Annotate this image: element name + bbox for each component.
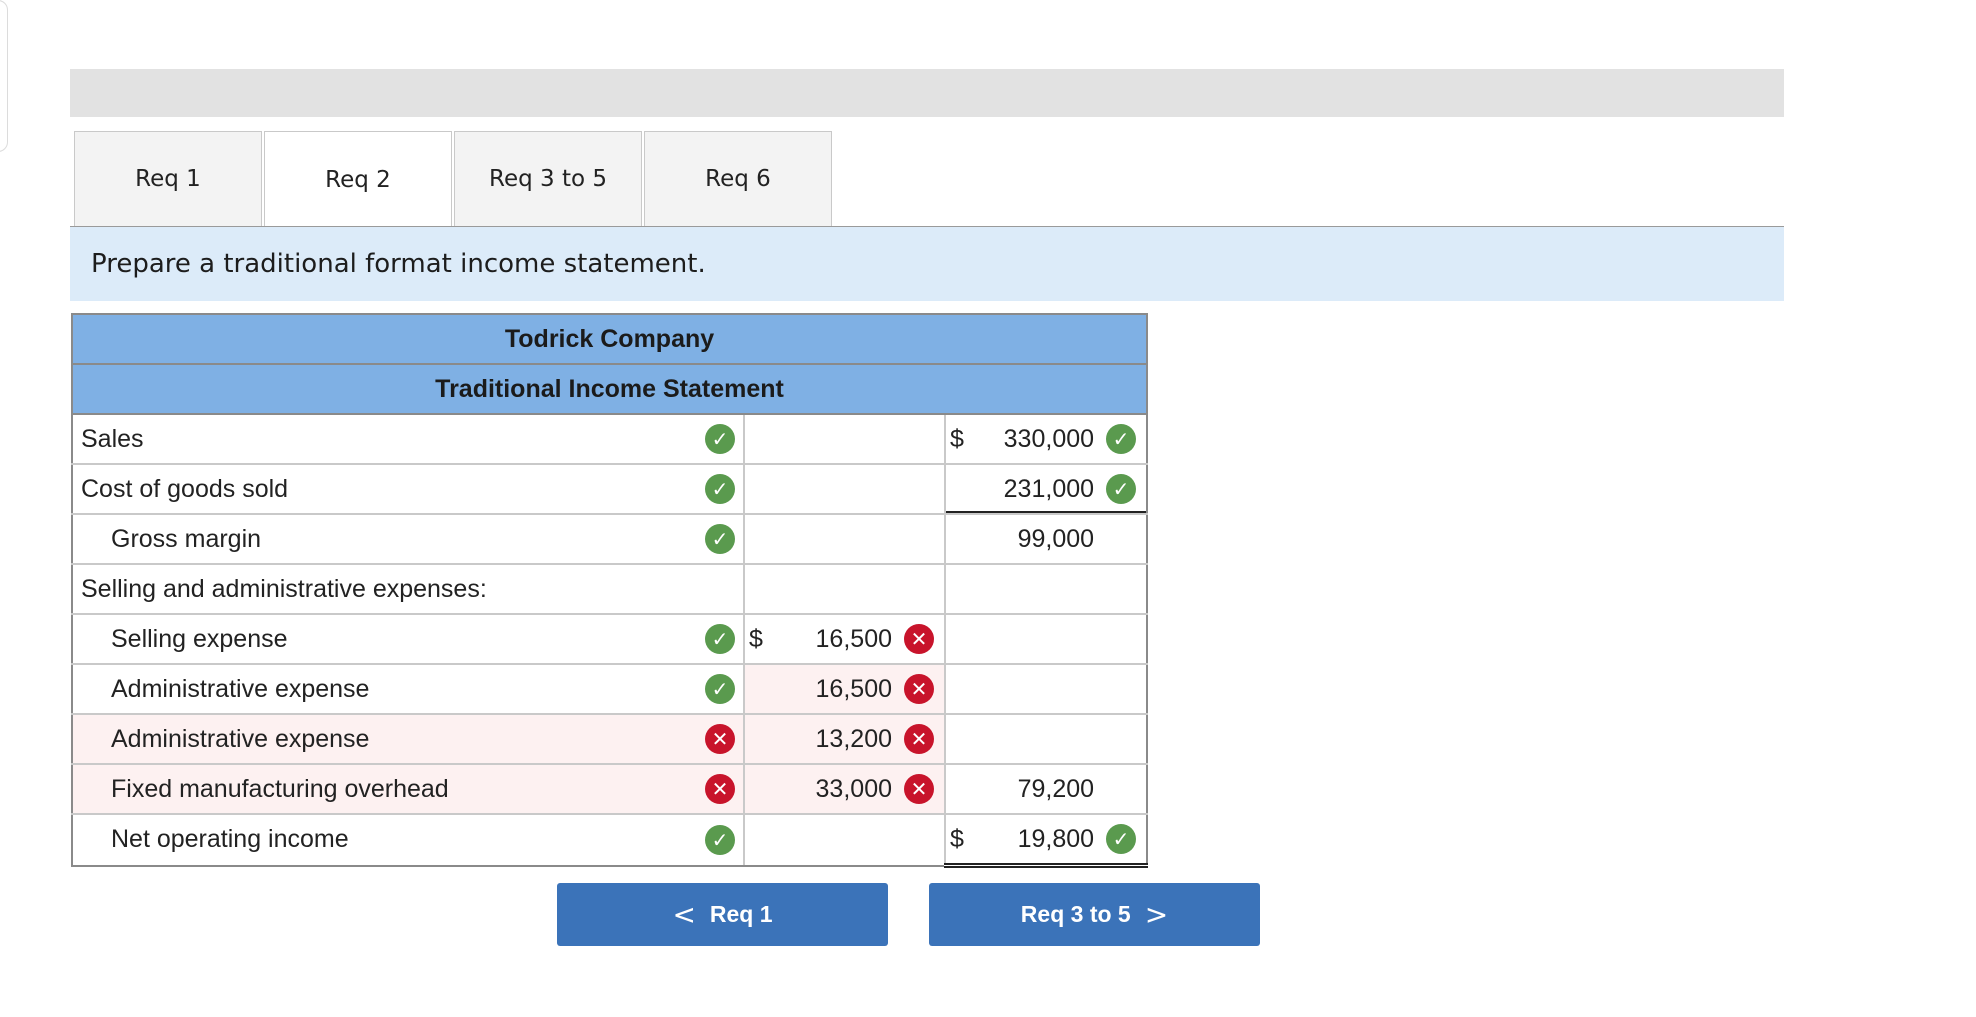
row-label: Fixed manufacturing overhead (111, 774, 449, 803)
amount-value: 16,500 (815, 624, 892, 653)
table-row: Net operating income ✓ $19,800 ✓ (71, 814, 1149, 868)
row-label: Selling expense (111, 624, 288, 653)
row-label: Administrative expense (111, 724, 370, 753)
table-row: Sales ✓ $330,000 ✓ (71, 414, 1149, 465)
income-statement-table: Todrick Company Traditional Income State… (70, 313, 1149, 868)
tab-req-6[interactable]: Req 6 (644, 131, 832, 227)
row-label-cell[interactable]: Net operating income ✓ (71, 814, 744, 867)
table-row: Administrative expense ✓ 16,500 ✕ (71, 664, 1149, 715)
col1-amount-cell[interactable]: $16,500 ✕ (743, 614, 945, 665)
col1-amount-cell[interactable] (743, 464, 945, 515)
row-label-cell[interactable]: Cost of goods sold ✓ (71, 464, 744, 515)
page: Req 1 Req 2 Req 3 to 5 Req 6 Prepare a t… (0, 0, 1976, 1017)
table-row: Selling expense ✓ $16,500 ✕ (71, 614, 1149, 665)
row-label-cell[interactable]: Administrative expense ✕ (71, 714, 744, 765)
col2-amount-cell[interactable] (943, 614, 1149, 665)
row-label: Sales (81, 424, 144, 453)
label-status-check-icon: ✓ (705, 474, 735, 504)
label-status-cross-icon: ✕ (705, 724, 735, 754)
top-bar (70, 69, 1784, 117)
col1-amount-cell[interactable]: 13,200 ✕ (743, 714, 945, 765)
row-label: Gross margin (111, 524, 262, 553)
col2-amount-cell[interactable] (943, 714, 1149, 765)
table-row: Administrative expense ✕ 13,200 ✕ (71, 714, 1149, 765)
tab-req-3-to-5[interactable]: Req 3 to 5 (454, 131, 642, 227)
table-row: Gross margin ✓ 99,000 (71, 514, 1149, 565)
col2-amount-cell[interactable] (943, 564, 1149, 615)
col1-amount-cell[interactable]: 16,500 ✕ (743, 664, 945, 715)
row-label-cell[interactable]: Gross margin ✓ (71, 514, 744, 565)
prev-req-button[interactable]: < Req 1 (557, 883, 888, 946)
row-label-cell[interactable]: Administrative expense ✓ (71, 664, 744, 715)
col1-status-cross-icon: ✕ (904, 624, 934, 654)
label-status-cross-icon: ✕ (705, 774, 735, 804)
col2-amount-cell[interactable]: $19,800 ✓ (943, 814, 1149, 868)
col2-amount-cell[interactable]: 231,000 ✓ (943, 464, 1149, 515)
col1-amount-cell[interactable] (743, 564, 945, 615)
label-status-check-icon: ✓ (705, 524, 735, 554)
amount-value: 79,200 (1017, 774, 1095, 803)
chevron-right-icon: > (1144, 898, 1169, 931)
side-panel-edge (0, 0, 8, 152)
amount-value: 330,000 (1003, 424, 1095, 453)
company-name: Todrick Company (70, 313, 1149, 365)
col2-amount-cell[interactable] (943, 664, 1149, 715)
dollar-sign: $ (950, 824, 964, 853)
dollar-sign: $ (749, 624, 763, 653)
prev-req-label: Req 1 (709, 901, 773, 927)
dollar-sign: $ (950, 424, 964, 453)
table-row: Selling and administrative expenses: (71, 564, 1149, 615)
row-label: Selling and administrative expenses: (81, 574, 487, 603)
label-status-check-icon: ✓ (705, 624, 735, 654)
amount-value: 99,000 (1017, 524, 1095, 553)
table-row: Cost of goods sold ✓ 231,000 ✓ (71, 464, 1149, 515)
col2-status-check-icon: ✓ (1106, 424, 1137, 454)
amount-value: 231,000 (1003, 474, 1095, 503)
col2-amount-cell[interactable]: 99,000 (943, 514, 1149, 565)
label-status-check-icon: ✓ (705, 424, 735, 454)
row-label-cell[interactable]: Selling and administrative expenses: (71, 564, 744, 615)
tab-req-1[interactable]: Req 1 (74, 131, 262, 227)
next-req-button[interactable]: Req 3 to 5 > (929, 883, 1260, 946)
col1-amount-cell[interactable]: 33,000 ✕ (743, 764, 945, 815)
col2-amount-cell[interactable]: 79,200 (943, 764, 1149, 815)
row-label-cell[interactable]: Sales ✓ (71, 414, 744, 465)
label-status-check-icon: ✓ (705, 674, 735, 704)
col1-amount-cell[interactable] (743, 514, 945, 565)
instruction-banner: Prepare a traditional format income stat… (70, 226, 1784, 301)
col1-amount-cell[interactable] (743, 814, 945, 867)
col2-status-check-icon: ✓ (1106, 824, 1137, 854)
label-status-check-icon: ✓ (705, 824, 735, 855)
amount-value: 19,800 (1017, 824, 1095, 853)
row-label: Administrative expense (111, 674, 370, 703)
amount-value: 16,500 (815, 674, 892, 703)
next-req-label: Req 3 to 5 (1020, 901, 1131, 927)
row-label-cell[interactable]: Fixed manufacturing overhead ✕ (71, 764, 744, 815)
col1-amount-cell[interactable] (743, 414, 945, 465)
table-row: Fixed manufacturing overhead ✕ 33,000 ✕ 79,2… (71, 764, 1149, 815)
statement-title: Traditional Income Statement (70, 363, 1149, 415)
row-label: Net operating income (111, 825, 349, 854)
chevron-left-icon: < (672, 898, 696, 931)
tab-req-2[interactable]: Req 2 (264, 131, 452, 228)
col1-status-cross-icon: ✕ (904, 724, 934, 754)
col2-status-check-icon: ✓ (1106, 474, 1137, 504)
col1-status-cross-icon: ✕ (904, 674, 934, 704)
instruction-text: Prepare a traditional format income stat… (91, 249, 706, 279)
col2-amount-cell[interactable]: $330,000 ✓ (943, 414, 1149, 465)
amount-value: 13,200 (815, 724, 892, 753)
row-label-cell[interactable]: Selling expense ✓ (71, 614, 744, 665)
amount-value: 33,000 (815, 774, 892, 803)
requirement-tabs: Req 1 Req 2 Req 3 to 5 Req 6 (74, 131, 832, 228)
row-label: Cost of goods sold (81, 474, 289, 503)
col1-status-cross-icon: ✕ (904, 774, 934, 804)
